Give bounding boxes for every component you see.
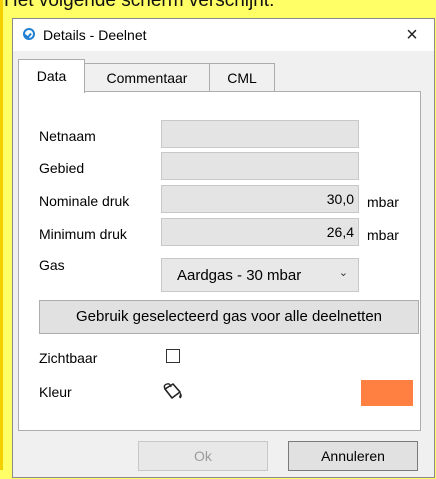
nominale-druk-label: Nominale druk xyxy=(39,193,130,209)
nominale-druk-field[interactable]: 30,0 xyxy=(161,185,359,213)
gas-selected-value: Aardgas - 30 mbar xyxy=(177,267,302,284)
title-bar: Details - Deelnet × xyxy=(13,19,434,51)
background-caption: Het volgende scherm verschijnt: xyxy=(4,0,275,11)
close-button[interactable]: × xyxy=(398,21,426,49)
apply-gas-all-button[interactable]: Gebruik geselecteerd gas voor alle deeln… xyxy=(39,300,419,334)
details-dialog: Details - Deelnet × Data Commentaar CML … xyxy=(12,18,435,478)
tab-commentaar[interactable]: Commentaar xyxy=(84,63,210,91)
gas-select[interactable]: Aardgas - 30 mbar ⌄ xyxy=(161,258,359,292)
minimum-druk-field[interactable]: 26,4 xyxy=(161,218,359,246)
window-title: Details - Deelnet xyxy=(43,27,147,43)
data-panel: Netnaam Gebied Nominale druk 30,0 mbar M… xyxy=(18,91,421,431)
minimum-druk-unit: mbar xyxy=(367,227,399,243)
cancel-button[interactable]: Annuleren xyxy=(288,441,418,471)
netnaam-label: Netnaam xyxy=(39,128,96,144)
zichtbaar-label: Zichtbaar xyxy=(39,350,98,366)
tab-cml[interactable]: CML xyxy=(209,63,275,91)
nominale-druk-unit: mbar xyxy=(367,194,399,210)
yellow-border xyxy=(0,0,3,470)
nominale-druk-value: 30,0 xyxy=(326,191,354,207)
kleur-label: Kleur xyxy=(39,384,72,400)
tab-data[interactable]: Data xyxy=(18,59,85,93)
gas-label: Gas xyxy=(39,257,65,273)
dialog-footer: Ok Annuleren xyxy=(13,439,434,479)
gebied-label: Gebied xyxy=(39,160,85,176)
netnaam-field xyxy=(161,120,359,148)
app-icon xyxy=(23,28,35,40)
color-swatch[interactable] xyxy=(361,380,413,406)
paint-bucket-icon[interactable] xyxy=(160,381,186,403)
minimum-druk-value: 26,4 xyxy=(326,224,354,240)
ok-button[interactable]: Ok xyxy=(138,441,268,471)
zichtbaar-checkbox[interactable] xyxy=(166,349,180,363)
chevron-down-icon: ⌄ xyxy=(338,267,348,279)
gebied-field xyxy=(161,152,359,180)
minimum-druk-label: Minimum druk xyxy=(39,226,127,242)
